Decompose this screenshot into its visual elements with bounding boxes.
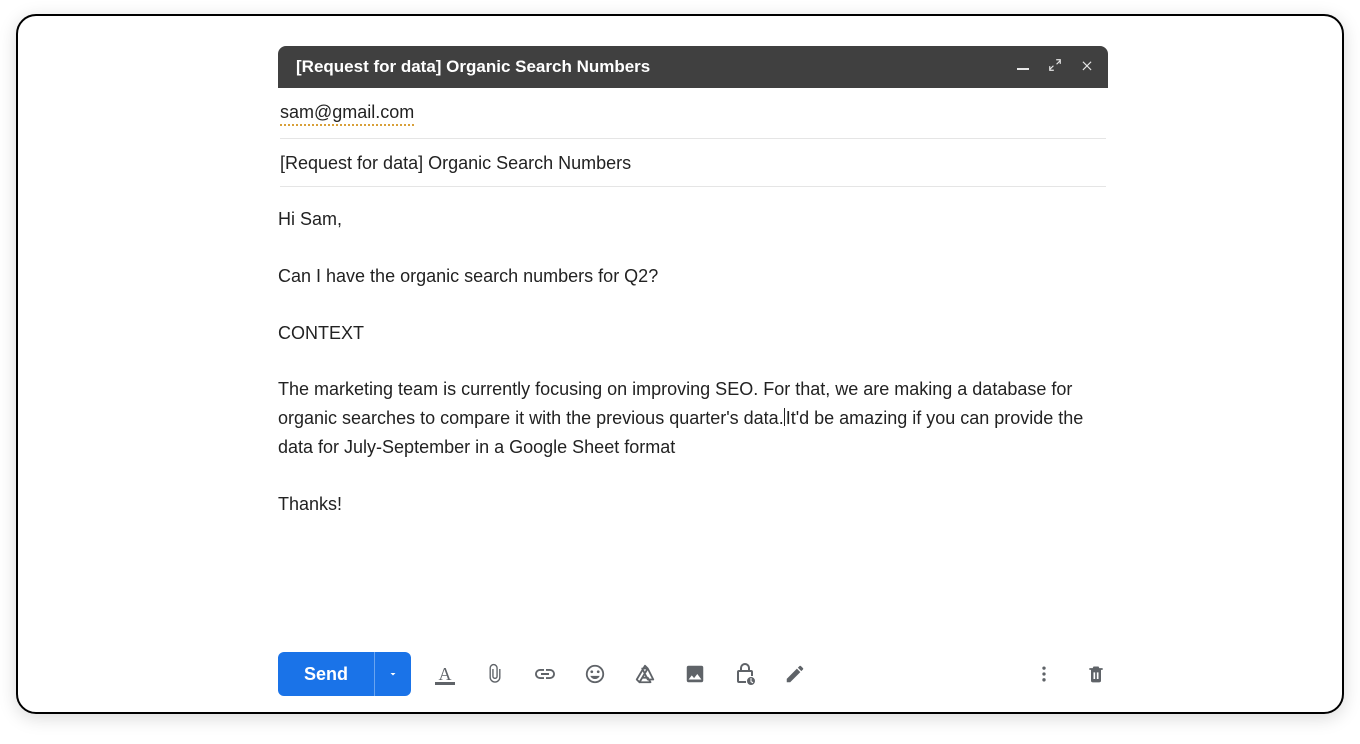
compose-body[interactable]: Hi Sam, Can I have the organic search nu… — [278, 187, 1108, 617]
footer-right-actions — [1032, 662, 1108, 686]
app-window: [Request for data] Organic Search Number… — [16, 14, 1344, 714]
send-button-group: Send — [278, 652, 411, 696]
body-heading: CONTEXT — [278, 319, 1108, 348]
more-options-icon[interactable] — [1032, 662, 1056, 686]
recipient-chip[interactable]: sam@gmail.com — [280, 102, 414, 126]
body-greeting: Hi Sam, — [278, 205, 1108, 234]
formatting-toolbar: A — [433, 662, 807, 686]
send-options-button[interactable] — [375, 652, 411, 696]
attach-icon[interactable] — [483, 662, 507, 686]
minimize-icon[interactable] — [1016, 58, 1030, 77]
discard-draft-icon[interactable] — [1084, 662, 1108, 686]
format-text-icon[interactable]: A — [433, 662, 457, 686]
compose-title: [Request for data] Organic Search Number… — [296, 57, 1016, 77]
compose-window: [Request for data] Organic Search Number… — [278, 46, 1108, 617]
compose-footer: Send A — [278, 652, 1108, 696]
body-paragraph: The marketing team is currently focusing… — [278, 375, 1108, 461]
compose-header: [Request for data] Organic Search Number… — [278, 46, 1108, 88]
fullscreen-icon[interactable] — [1048, 58, 1062, 77]
to-field[interactable]: sam@gmail.com — [280, 88, 1106, 139]
text-cursor — [784, 408, 785, 426]
image-icon[interactable] — [683, 662, 707, 686]
window-controls — [1016, 58, 1094, 77]
subject-field[interactable]: [Request for data] Organic Search Number… — [280, 139, 1106, 187]
drive-icon[interactable] — [633, 662, 657, 686]
link-icon[interactable] — [533, 662, 557, 686]
close-icon[interactable] — [1080, 58, 1094, 77]
compose-fields: sam@gmail.com [Request for data] Organic… — [278, 88, 1108, 187]
signature-icon[interactable] — [783, 662, 807, 686]
body-line: Can I have the organic search numbers fo… — [278, 262, 1108, 291]
confidential-mode-icon[interactable] — [733, 662, 757, 686]
send-button[interactable]: Send — [278, 652, 375, 696]
emoji-icon[interactable] — [583, 662, 607, 686]
body-signoff: Thanks! — [278, 490, 1108, 519]
